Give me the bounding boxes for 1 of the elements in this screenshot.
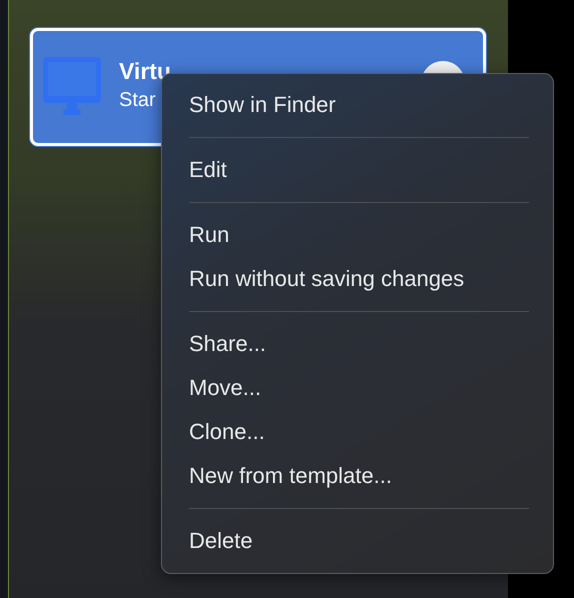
vm-status: Star <box>119 89 156 112</box>
